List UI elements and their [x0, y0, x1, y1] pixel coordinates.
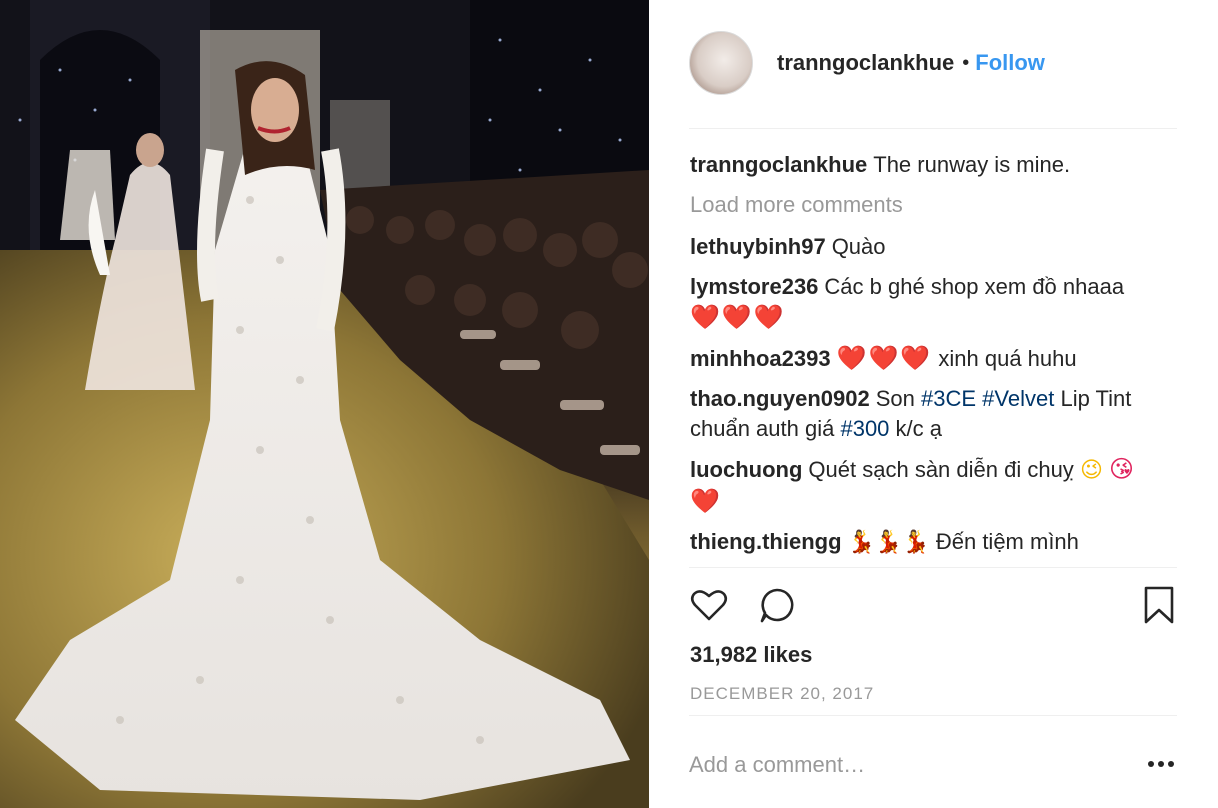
- comment-text: xinh quá huhu: [938, 346, 1077, 371]
- caption: tranngoclankhue The runway is mine.: [690, 150, 1152, 180]
- add-comment-input[interactable]: [689, 746, 1129, 784]
- comment-text: Son: [875, 386, 915, 411]
- comment-username[interactable]: thao.nguyen0902: [690, 386, 870, 411]
- comment-text: Đến tiệm mình: [935, 529, 1079, 554]
- caption-username[interactable]: tranngoclankhue: [690, 152, 867, 177]
- comment-item: thao.nguyen0902 Son #3CE #Velvet Lip Tint…: [690, 384, 1152, 444]
- comment-item: lymstore236 Các b ghé shop xem đồ nhaaa ❤…: [690, 272, 1152, 333]
- comment-text: k/c ạ: [895, 416, 943, 441]
- comment-item: thieng.thiengg 💃💃💃 Đến tiệm mình: [690, 527, 1152, 558]
- comment-username[interactable]: luochuong: [690, 457, 802, 482]
- comment-item: lethuybinh97 Quào: [690, 232, 1152, 262]
- post-header: tranngoclankhue • Follow: [689, 28, 1177, 98]
- bookmark-icon[interactable]: [1141, 585, 1177, 630]
- wink-emoji: 😉: [1079, 458, 1103, 483]
- post-photo[interactable]: [0, 0, 649, 808]
- load-more-comments-button[interactable]: Load more comments: [690, 190, 1152, 220]
- hashtag-link[interactable]: #3CE: [921, 386, 976, 411]
- heart-icon[interactable]: [689, 585, 729, 630]
- post-username[interactable]: tranngoclankhue: [777, 50, 954, 76]
- comment-item: minhhoa2393 ❤️❤️❤️ xinh quá huhu: [690, 343, 1152, 374]
- comments-divider: [689, 567, 1177, 568]
- post-sidebar: tranngoclankhue • Follow tranngoclankhue…: [649, 0, 1218, 808]
- comment-username[interactable]: lymstore236: [690, 274, 818, 299]
- heart-emoji: ❤️❤️❤️: [836, 344, 933, 372]
- comment-text: Quét sạch sàn diễn đi chuỵ: [808, 457, 1074, 482]
- header-divider: [689, 128, 1177, 129]
- comment-username[interactable]: thieng.thiengg: [690, 529, 842, 554]
- footer-divider: [689, 715, 1177, 716]
- dancer-emoji: 💃💃💃: [847, 530, 930, 555]
- post-date: DECEMBER 20, 2017: [690, 684, 875, 703]
- comment-username[interactable]: lethuybinh97: [690, 234, 826, 259]
- hashtag-link[interactable]: #300: [840, 416, 889, 441]
- follow-button[interactable]: Follow: [975, 50, 1045, 76]
- comment-icon[interactable]: [757, 585, 797, 630]
- add-comment-bar: [689, 740, 1179, 790]
- runway-image: [0, 0, 649, 808]
- likes-count[interactable]: 31,982 likes: [690, 642, 812, 668]
- avatar[interactable]: [689, 31, 753, 95]
- hashtag-link[interactable]: #Velvet: [982, 386, 1054, 411]
- caption-text: The runway is mine.: [873, 152, 1071, 177]
- action-bar: [689, 585, 1179, 629]
- comment-text: Các b ghé shop xem đồ nhaaa: [824, 274, 1125, 299]
- heart-emoji: ❤️❤️❤️: [690, 303, 786, 331]
- comment-item: luochuong Quét sạch sàn diễn đi chuỵ 😉 😘❤…: [690, 454, 1152, 517]
- comment-text: Quào: [831, 234, 886, 259]
- separator-dot: •: [962, 51, 970, 74]
- comment-username[interactable]: minhhoa2393: [690, 346, 831, 371]
- comment-list[interactable]: tranngoclankhue The runway is mine. Load …: [690, 150, 1152, 568]
- more-icon[interactable]: [1147, 754, 1175, 779]
